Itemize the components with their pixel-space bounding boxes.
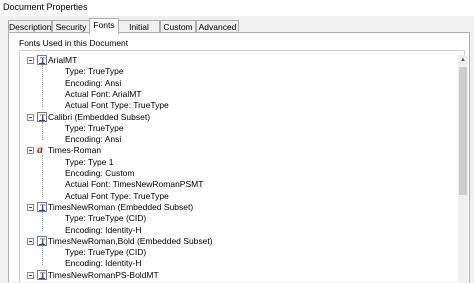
font-property: Actual Font: TimesNewRomanPSMT <box>65 179 204 190</box>
font-property: Type: TrueType <box>65 66 124 77</box>
fonts-group-label: Fonts Used in this Document <box>19 38 129 48</box>
tab-fonts[interactable]: Fonts <box>89 18 119 34</box>
font-name: Times-Roman <box>48 145 102 156</box>
font-name: TimesNewRomanPS-BoldMT <box>48 269 159 280</box>
tree-connector <box>42 121 43 141</box>
font-property: Encoding: Identity-H <box>65 224 142 235</box>
font-property: Actual Font: ArialMT <box>65 88 142 99</box>
font-name: Calibri (Embedded Subset) <box>48 111 151 122</box>
collapse-icon[interactable] <box>27 113 34 121</box>
font-property: Encoding: Identity-H <box>65 258 142 269</box>
scroll-thumb[interactable] <box>459 67 467 195</box>
window-title: Document Properties <box>3 2 88 12</box>
collapse-icon[interactable] <box>27 57 34 64</box>
truetype-font-icon <box>37 201 47 213</box>
font-property: Actual Font Type: TrueType <box>65 100 169 111</box>
collapse-icon[interactable] <box>27 147 34 155</box>
font-name: TimesNewRoman,Bold (Embedded Subset) <box>48 235 213 246</box>
tree-connector <box>42 155 43 197</box>
truetype-font-icon <box>37 269 47 281</box>
tab-strip: Description Security Fonts Initial View … <box>8 18 468 44</box>
collapse-icon[interactable] <box>27 271 34 279</box>
font-property: Encoding: Ansi <box>65 134 122 145</box>
scroll-up-arrow-icon[interactable]: ▲ <box>458 55 468 65</box>
tree-connector <box>42 65 43 107</box>
truetype-font-icon <box>37 111 47 123</box>
tree-connector <box>42 245 43 265</box>
font-property: Type: Type 1 <box>65 156 114 167</box>
font-name: ArialMT <box>48 55 78 65</box>
collapse-icon[interactable] <box>27 237 34 245</box>
title-bar: Document Properties <box>0 0 474 16</box>
truetype-font-icon <box>37 235 47 247</box>
font-property: Type: TrueType (CID) <box>65 247 147 258</box>
font-property: Type: TrueType <box>65 122 124 133</box>
truetype-font-icon <box>37 55 47 66</box>
font-property: Encoding: Custom <box>65 168 135 178</box>
font-property: Encoding: Ansi <box>65 77 122 88</box>
font-property: Actual Font Type: TrueType <box>65 190 169 201</box>
font-tree[interactable]: ArialMTType: TrueTypeEncoding: AnsiActua… <box>24 55 456 282</box>
collapse-icon[interactable] <box>27 203 34 211</box>
type1-font-icon: a <box>37 142 43 157</box>
font-name: TimesNewRoman (Embedded Subset) <box>48 201 194 212</box>
tree-connector <box>42 211 43 231</box>
font-property: Type: TrueType (CID) <box>65 213 147 224</box>
vertical-scrollbar[interactable]: ▲ <box>458 55 468 282</box>
